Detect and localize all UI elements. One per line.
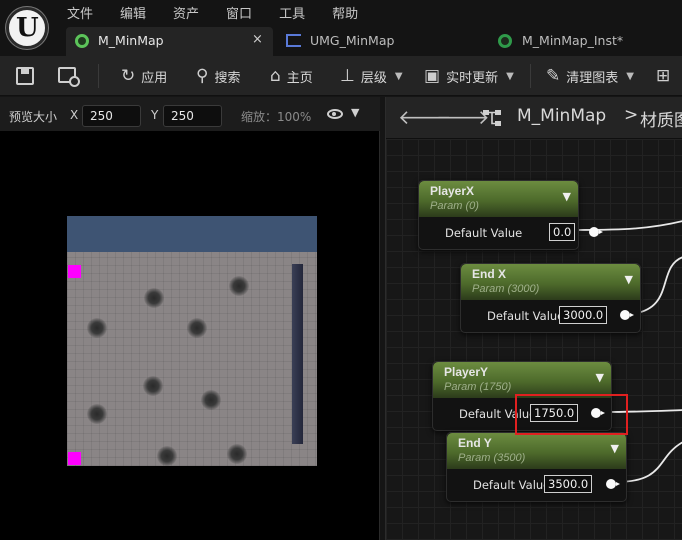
close-tab-icon[interactable]: ×: [252, 32, 263, 47]
x-label: X: [70, 108, 79, 122]
tab-label: M_MinMap: [98, 33, 164, 48]
default-value-label: Default Value: [445, 226, 523, 240]
preview-floor-grid: [67, 252, 317, 466]
param-node-playerx[interactable]: PlayerX Param (0) ▼ Default Value 0.0: [418, 180, 603, 250]
hierarchy-icon: ⊥: [340, 66, 355, 86]
preview-shadow: [187, 318, 207, 338]
preview-sky-strip: [67, 216, 317, 252]
apply-icon: ↻: [121, 66, 136, 86]
menu-window[interactable]: 窗口: [226, 3, 252, 22]
tab-label: M_MinMap_Inst*: [522, 33, 624, 48]
chevron-down-icon[interactable]: ▼: [625, 273, 633, 286]
search-label: 搜索: [214, 70, 241, 86]
eye-icon[interactable]: [327, 109, 343, 119]
menu-edit[interactable]: 编辑: [120, 3, 146, 22]
preview-shadow: [201, 390, 221, 410]
default-value-label: Default Value: [487, 309, 565, 323]
home-icon: ⌂: [270, 66, 281, 86]
node-subtitle: Param (1750): [444, 381, 512, 393]
node-title: End Y: [458, 436, 492, 450]
menu-bar: 文件 编辑 资产 窗口 工具 帮助: [67, 3, 385, 22]
hierarchy-button[interactable]: ⊥ 层级 ▼: [340, 56, 403, 96]
zoom-level: 缩放：100%: [241, 110, 312, 124]
search-button[interactable]: ⚲ 搜索: [196, 56, 240, 96]
minimap-preview-image: [67, 216, 317, 466]
node-graph-icon: ⊞: [656, 66, 671, 86]
chevron-down-icon[interactable]: ▼: [563, 190, 571, 203]
default-value-input[interactable]: 0.0: [549, 223, 576, 241]
title-bar: U 文件 编辑 资产 窗口 工具 帮助 M_MinMap × UMG_MinMa…: [0, 0, 682, 56]
output-pin-icon[interactable]: [589, 227, 603, 237]
toolbar: ↻ 应用 ⚲ 搜索 ⌂ 主页 ⊥ 层级 ▼ ▣ 实时更新 ▼ ✎ 清理图表 ▼ …: [0, 56, 682, 96]
tab-umg-minmap[interactable]: UMG_MinMap: [284, 27, 464, 56]
y-label: Y: [151, 108, 159, 122]
preview-shadow: [144, 288, 164, 308]
menu-asset[interactable]: 资产: [173, 3, 199, 22]
preview-header: 预览大小 X 250 Y 250 缩放：100% ▼: [0, 97, 380, 131]
search-icon: ⚲: [196, 66, 209, 86]
menu-help[interactable]: 帮助: [332, 3, 358, 22]
chevron-down-icon: ▼: [394, 70, 403, 82]
material-graph[interactable]: 🡐 🡒 M_MinMap > 材质图 PlayerX Param (0) ▼ D…: [385, 97, 682, 540]
toolbar-divider: [530, 64, 531, 88]
preview-shadow: [143, 376, 163, 396]
home-label: 主页: [286, 70, 313, 86]
annotation-highlight-box: [515, 394, 628, 435]
node-title: PlayerY: [444, 365, 489, 379]
broom-icon: ✎: [546, 66, 561, 86]
preview-shadow: [229, 276, 249, 296]
hierarchy-label: 层级: [360, 70, 387, 86]
chevron-down-icon: ▼: [626, 70, 634, 82]
preview-width-input[interactable]: 250: [82, 105, 141, 127]
default-value-label: Default Value: [473, 478, 551, 492]
widget-blueprint-icon: [286, 34, 301, 47]
live-update-label: 实时更新: [446, 70, 499, 86]
home-button[interactable]: ⌂ 主页: [270, 56, 313, 96]
chevron-down-icon[interactable]: ▼: [351, 106, 359, 119]
param-node-end-x[interactable]: End X Param (3000) ▼ Default Value 3000.…: [460, 263, 641, 333]
node-title: PlayerX: [430, 184, 475, 198]
preview-shadow: [227, 444, 247, 464]
magenta-marker: [68, 265, 81, 278]
param-node-end-y[interactable]: End Y Param (3500) ▼ Default Value 3500.…: [446, 432, 627, 502]
tab-m-minmap-inst[interactable]: M_MinMap_Inst*: [494, 27, 682, 56]
default-value-input[interactable]: 3000.0: [559, 306, 608, 324]
material-icon: [75, 34, 89, 48]
node-subtitle: Param (3500): [458, 452, 526, 464]
preview-size-label: 预览大小: [9, 110, 58, 124]
node-subtitle: Param (0): [430, 200, 479, 212]
live-update-icon: ▣: [424, 66, 441, 86]
preview-shadow: [157, 446, 177, 466]
save-icon[interactable]: [16, 67, 34, 85]
live-update-button[interactable]: ▣ 实时更新 ▼: [424, 56, 514, 96]
output-pin-icon[interactable]: [606, 479, 620, 489]
menu-file[interactable]: 文件: [67, 3, 93, 22]
magenta-marker: [68, 452, 81, 465]
node-subtitle: Param (3000): [472, 283, 540, 295]
clean-graph-button[interactable]: ✎ 清理图表 ▼: [546, 56, 634, 96]
menu-tools[interactable]: 工具: [279, 3, 305, 22]
apply-button[interactable]: ↻ 应用: [121, 56, 167, 96]
toolbar-divider: [98, 64, 99, 88]
default-value-input[interactable]: 3500.0: [544, 475, 593, 493]
preview-height-input[interactable]: 250: [163, 105, 222, 127]
preview-shadow: [87, 404, 107, 424]
tab-label: UMG_MinMap: [310, 33, 395, 48]
chevron-down-icon: ▼: [506, 70, 514, 82]
chevron-down-icon[interactable]: ▼: [596, 371, 604, 384]
graph-options-button[interactable]: ⊞: [656, 56, 670, 96]
material-instance-icon: [498, 34, 512, 48]
tab-m-minmap[interactable]: M_MinMap ×: [66, 27, 273, 56]
preview-wall: [292, 264, 303, 444]
unreal-logo-icon[interactable]: U: [6, 7, 48, 49]
browse-asset-icon[interactable]: [58, 67, 80, 87]
chevron-down-icon[interactable]: ▼: [611, 442, 619, 455]
output-pin-icon[interactable]: [620, 310, 634, 320]
apply-label: 应用: [141, 70, 168, 86]
clean-graph-label: 清理图表: [566, 70, 619, 86]
node-title: End X: [472, 267, 507, 281]
preview-shadow: [87, 318, 107, 338]
